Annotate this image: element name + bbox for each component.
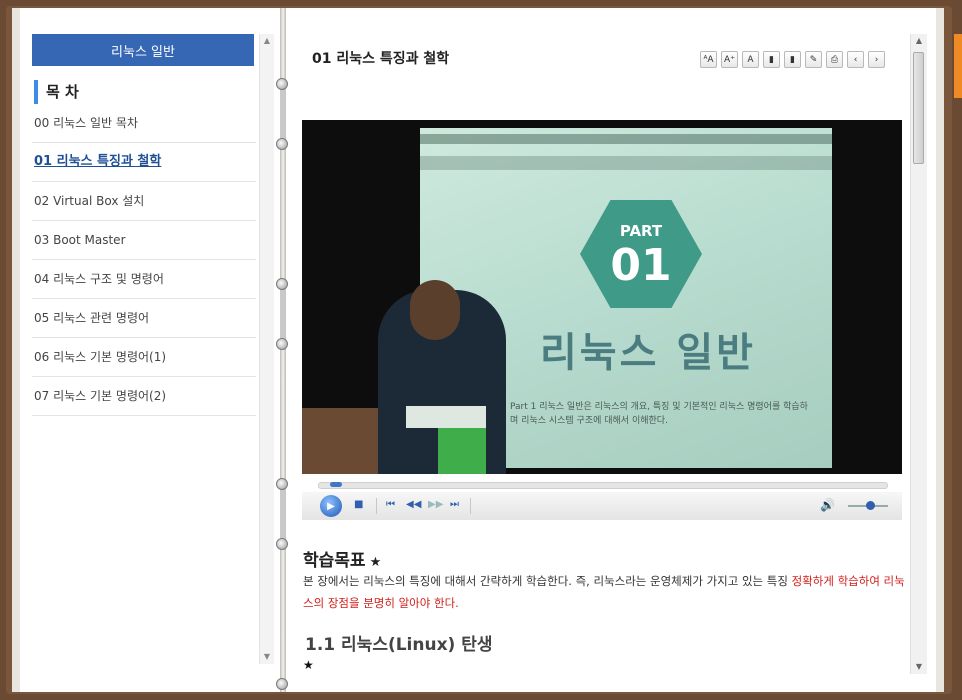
toc-item-06[interactable]: 06 리눅스 기본 명령어(1) bbox=[32, 338, 256, 377]
star-icon: ★ bbox=[303, 658, 314, 672]
binding-ring bbox=[276, 678, 288, 690]
binding-ring bbox=[276, 278, 288, 290]
memo-icon[interactable]: ✎ bbox=[805, 51, 822, 68]
chapter-title: 01 리눅스 특징과 철학 bbox=[312, 51, 450, 67]
toc-item-04[interactable]: 04 리눅스 구조 및 명령어 bbox=[32, 260, 256, 299]
stop-icon[interactable]: ■ bbox=[354, 499, 363, 510]
binding-ring bbox=[276, 478, 288, 490]
left-scrollbar[interactable]: ▲ ▼ bbox=[259, 34, 274, 664]
lecturer bbox=[378, 280, 506, 474]
video-player[interactable]: PART 01 리눅스 일반 Part 1 리눅스 일반은 리눅스의 개요, 특… bbox=[302, 120, 902, 474]
binding-bar bbox=[280, 86, 285, 144]
toc-list: 00 리눅스 일반 목차 01 리눅스 특징과 철학 02 Virtual Bo… bbox=[32, 104, 256, 416]
prev-icon[interactable]: ‹ bbox=[847, 51, 864, 68]
learning-goal-text: 학습목표 bbox=[303, 551, 366, 571]
course-header: 리눅스 일반 bbox=[32, 34, 254, 66]
learning-goal-heading: 학습목표 ★ bbox=[303, 546, 381, 571]
font-small-icon[interactable]: ᴬA bbox=[700, 51, 717, 68]
next-icon[interactable]: › bbox=[868, 51, 885, 68]
toc-item-01[interactable]: 01 리눅스 특징과 철학 bbox=[32, 143, 256, 182]
part-hexagon: PART 01 bbox=[580, 200, 702, 308]
scroll-up-icon[interactable]: ▲ bbox=[260, 34, 274, 48]
slide-app-toolbar bbox=[420, 156, 832, 170]
progress-knob[interactable] bbox=[330, 482, 342, 487]
binding-ring bbox=[276, 338, 288, 350]
right-scrollbar[interactable]: ▲ ▼ bbox=[910, 34, 927, 674]
font-reset-icon[interactable]: A bbox=[742, 51, 759, 68]
divider bbox=[376, 498, 377, 514]
shirt-green bbox=[438, 428, 486, 474]
binding-ring bbox=[276, 538, 288, 550]
slide-title: 리눅스 일반 bbox=[540, 330, 756, 376]
play-icon[interactable]: ▶ bbox=[320, 495, 342, 517]
volume-icon[interactable]: 🔊 bbox=[820, 498, 835, 512]
binding-bar bbox=[280, 286, 285, 344]
scroll-up-icon[interactable]: ▲ bbox=[911, 34, 927, 48]
player-controls: ▶ ■ ⏮ ◀◀ ▶▶ ⏭ 🔊 bbox=[302, 492, 902, 520]
scroll-down-icon[interactable]: ▼ bbox=[911, 660, 927, 674]
lecturer-head bbox=[410, 280, 460, 340]
scroll-down-icon[interactable]: ▼ bbox=[260, 650, 274, 664]
star-icon: ★ bbox=[369, 555, 382, 570]
font-large-icon[interactable]: A⁺ bbox=[721, 51, 738, 68]
paragraph-text: 본 장에서는 리눅스의 특징에 대해서 간략하게 학습한다. 즉, 리눅스라는 … bbox=[303, 574, 792, 588]
slide-app-titlebar bbox=[420, 134, 832, 144]
toc-item-07[interactable]: 07 리눅스 기본 명령어(2) bbox=[32, 377, 256, 416]
toc-item-03[interactable]: 03 Boot Master bbox=[32, 221, 256, 260]
skip-forward-icon[interactable]: ⏭ bbox=[450, 499, 459, 510]
learning-goal-paragraph: 본 장에서는 리눅스의 특징에 대해서 간략하게 학습한다. 즉, 리눅스라는 … bbox=[303, 570, 905, 614]
scroll-thumb[interactable] bbox=[913, 52, 924, 164]
bookmark-icon[interactable]: ▮ bbox=[763, 51, 780, 68]
shirt-band bbox=[406, 406, 486, 428]
skip-back-icon[interactable]: ⏮ bbox=[386, 499, 395, 510]
part-label: PART bbox=[619, 222, 663, 240]
print-icon[interactable]: ⎙ bbox=[826, 51, 843, 68]
bookmark-list-icon[interactable]: ▮ bbox=[784, 51, 801, 68]
binding-ring bbox=[276, 138, 288, 150]
toc-item-02[interactable]: 02 Virtual Box 설치 bbox=[32, 182, 256, 221]
section-heading: 1.1 리눅스(Linux) 탄생 bbox=[305, 635, 493, 655]
toc-title: 목 차 bbox=[34, 80, 79, 104]
divider bbox=[470, 498, 471, 514]
rewind-icon[interactable]: ◀◀ bbox=[406, 499, 421, 510]
volume-knob[interactable] bbox=[866, 501, 875, 510]
toolbar: ᴬA A⁺ A ▮ ▮ ✎ ⎙ ‹ › bbox=[700, 51, 885, 68]
side-tab[interactable] bbox=[954, 34, 962, 98]
part-number: 01 bbox=[610, 240, 672, 291]
slide-text: Part 1 리눅스 일반은 리눅스의 개요, 특징 및 기본적인 리눅스 명령… bbox=[510, 402, 808, 426]
binding-ring bbox=[276, 78, 288, 90]
binding-bar bbox=[280, 486, 285, 544]
fast-forward-icon[interactable]: ▶▶ bbox=[428, 499, 443, 510]
video-progress-bar[interactable] bbox=[318, 482, 888, 489]
toc-item-05[interactable]: 05 리눅스 관련 명령어 bbox=[32, 299, 256, 338]
toc-item-00[interactable]: 00 리눅스 일반 목차 bbox=[32, 104, 256, 143]
